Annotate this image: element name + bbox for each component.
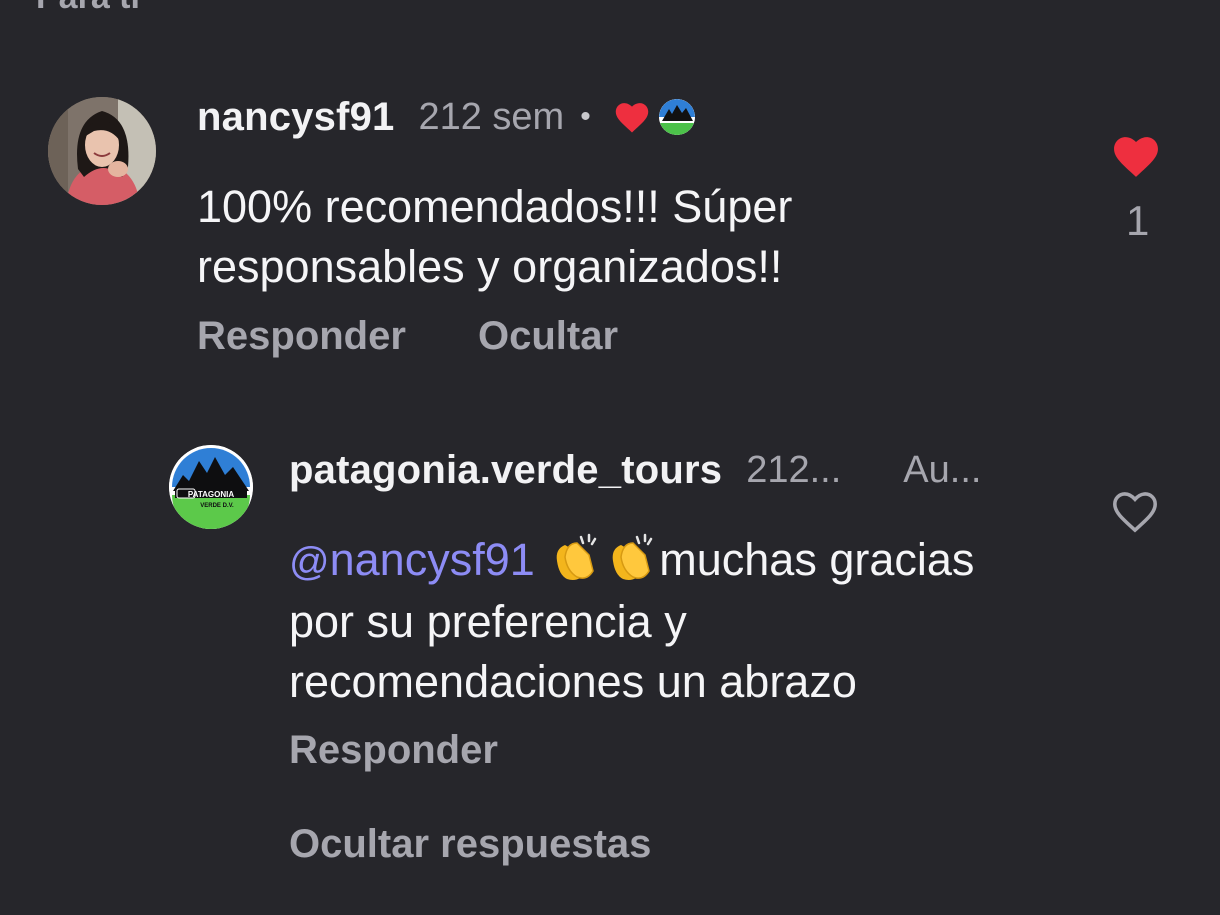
avatar-photo (48, 97, 156, 205)
threads-icon: @ (289, 540, 330, 584)
hide-replies-button[interactable]: Ocultar respuestas (289, 822, 651, 867)
meta-separator: • (580, 100, 591, 133)
comment-time: 212 sem (418, 95, 565, 138)
like-heart-icon[interactable] (1110, 133, 1162, 179)
reply-meta: patagonia.verde_tours 212... Au... (289, 445, 981, 495)
reply-text: @nancysf91 muchas gracias por su prefere… (289, 530, 1049, 712)
hide-button[interactable]: Ocultar (478, 314, 618, 359)
patagonia-logo-icon (658, 99, 695, 135)
header-partial-text: Para ti (36, 0, 140, 17)
creator-avatar-badge (658, 99, 695, 135)
patagonia-logo: PATAGONIA VERDE D.V. (169, 445, 253, 529)
like-heart-outline-icon[interactable] (1110, 488, 1160, 534)
mention-username: nancysf91 (329, 534, 535, 585)
clapping-hands-icon (556, 533, 597, 580)
comment-username[interactable]: nancysf91 (197, 95, 394, 140)
mention-link[interactable]: @nancysf91 (289, 534, 535, 585)
reply-time: 212... (746, 448, 842, 491)
creator-liked-heart-icon (615, 103, 648, 133)
reply-username[interactable]: patagonia.verde_tours (289, 448, 722, 493)
comment-text: 100% recomendados!!! Súper responsables … (197, 181, 793, 292)
author-tag: Au... (903, 448, 982, 491)
comment-meta: nancysf91 212 sem • (197, 92, 695, 142)
like-count: 1 (1126, 197, 1150, 244)
reply-button[interactable]: Responder (197, 314, 406, 359)
reply-avatar[interactable]: PATAGONIA VERDE D.V. (169, 445, 253, 529)
reply-button-2[interactable]: Responder (289, 728, 498, 773)
avatar[interactable] (48, 97, 156, 205)
clapping-hands-icon (612, 533, 653, 580)
logo-subtext: VERDE D.V. (200, 503, 234, 509)
